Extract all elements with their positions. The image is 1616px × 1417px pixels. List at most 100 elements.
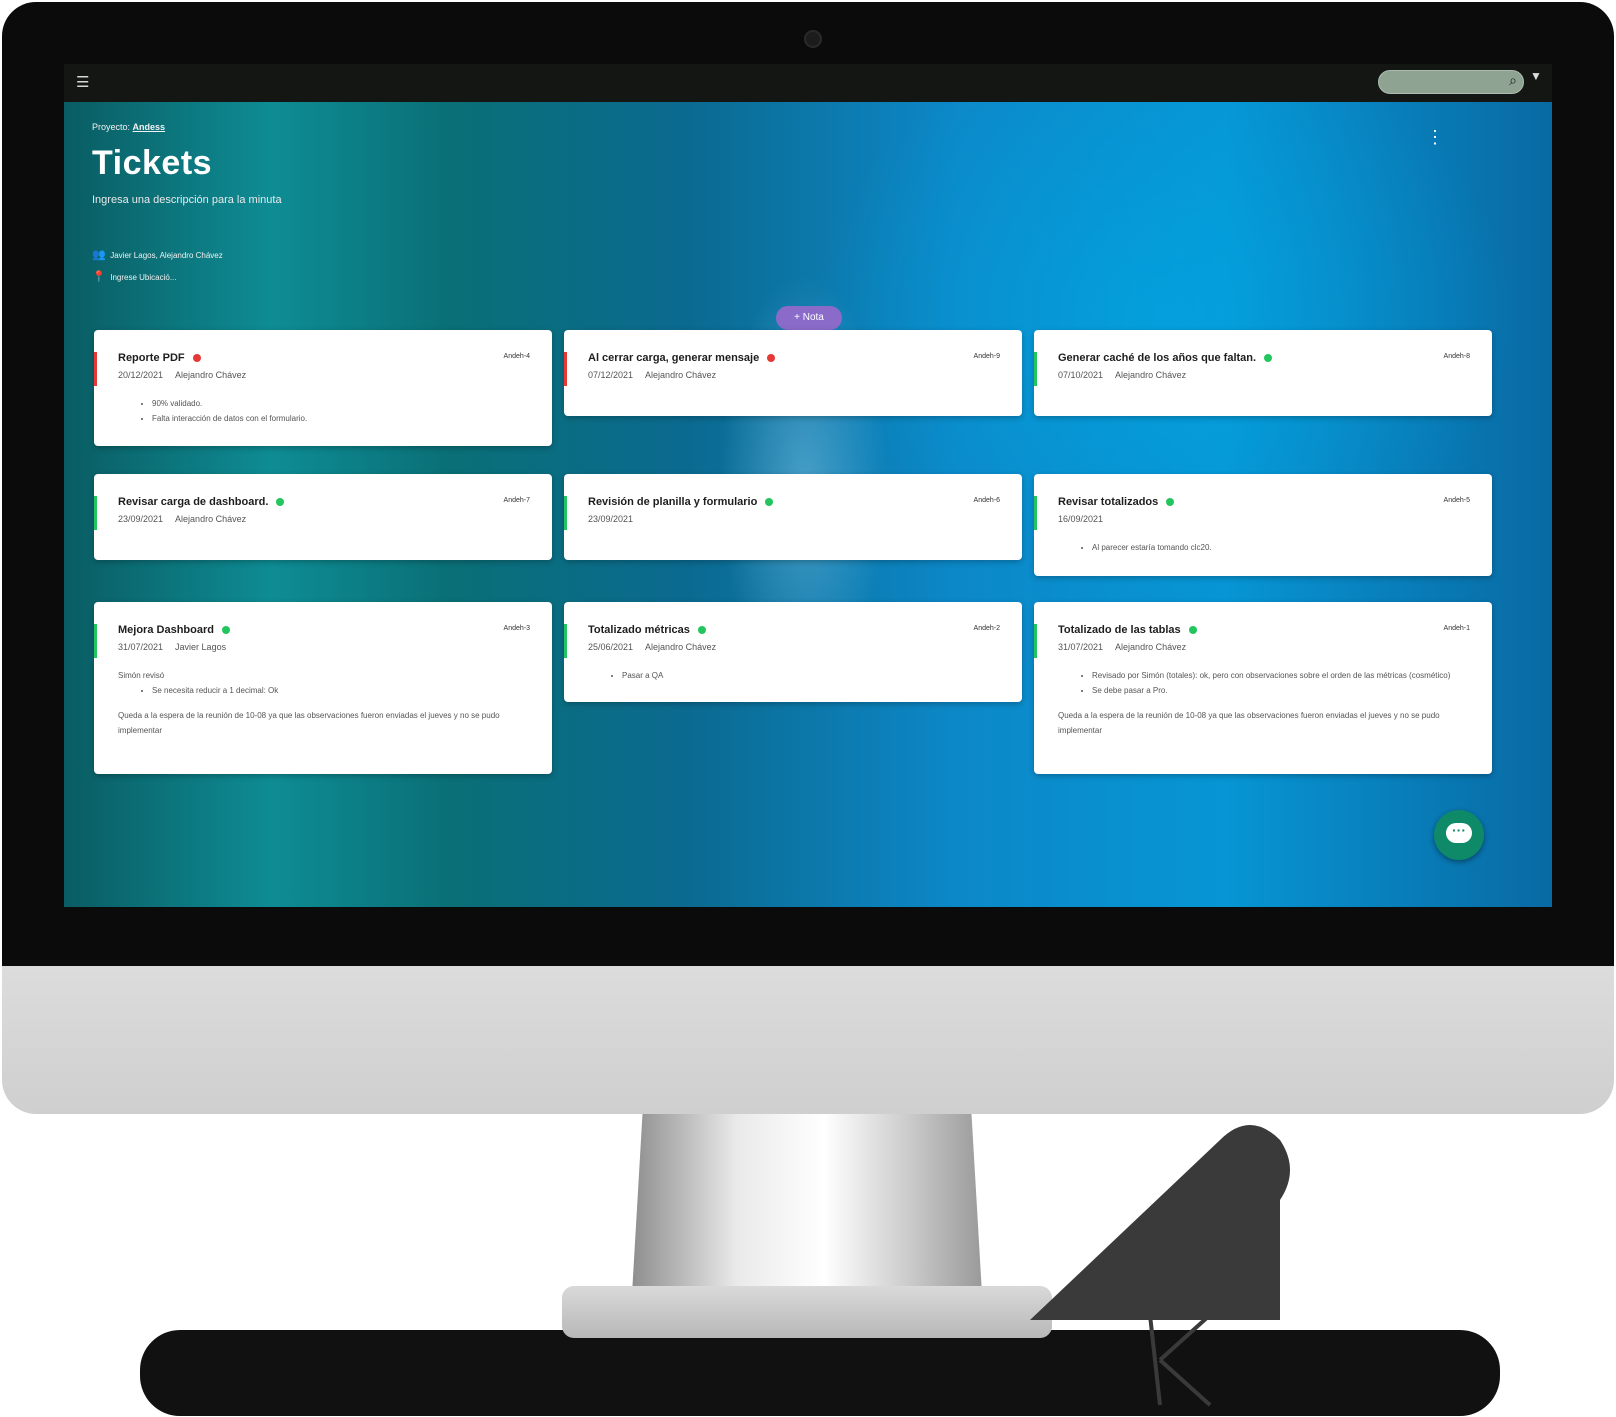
ticket-meta: 23/09/2021 Alejandro Chávez [118,514,246,524]
note-list: Al parecer estaría tomando clc20. [1058,540,1470,555]
ticket-card[interactable]: Totalizado de las tablas Andeh-1 31/07/202… [1034,602,1492,774]
ticket-meta: 20/12/2021 Alejandro Chávez [118,370,246,380]
ticket-card[interactable]: Revisar totalizados Andeh-5 16/09/2021 Al p… [1034,474,1492,576]
ticket-card[interactable]: Reporte PDF Andeh-4 20/12/2021 Alejandro Ch… [94,330,552,446]
note-item: Al parecer estaría tomando clc20. [1092,540,1470,555]
ticket-code: Andeh-2 [973,625,1000,632]
page-title: Tickets [92,144,213,182]
members-text[interactable]: Javier Lagos, Alejandro Chávez [110,251,223,260]
more-options-icon[interactable]: ⋮ [1426,128,1444,146]
status-dot [767,354,776,363]
ticket-author: Alejandro Chávez [1115,370,1187,380]
ticket-author: Javier Lagos [175,642,227,652]
ticket-title: Mejora Dashboard [118,624,230,636]
ticket-card[interactable]: Totalizado métricas Andeh-2 25/06/2021 Alej… [564,602,1022,702]
status-bar [1034,624,1037,658]
note-item: 90% validado. [152,396,530,411]
ticket-title: Revisar totalizados [1058,496,1175,508]
ticket-meta: 31/07/2021 Javier Lagos [118,642,226,652]
ticket-title: Revisar carga de dashboard. [118,496,285,508]
members-row: 👥 Javier Lagos, Alejandro Chávez [92,248,223,261]
ticket-meta: 25/06/2021 Alejandro Chávez [588,642,716,652]
ticket-author: Alejandro Chávez [175,370,247,380]
status-dot [1264,354,1273,363]
search-input[interactable]: ⌕ [1378,70,1524,94]
note-item: Pasar a QA [622,668,1000,683]
status-dot [192,354,201,363]
filter-icon[interactable]: ▼ [1530,69,1542,83]
ticket-card[interactable]: Revisar carga de dashboard. Andeh-7 23/09/… [94,474,552,560]
ticket-meta: 23/09/2021 [588,514,633,524]
breadcrumb-project-link[interactable]: Andess [133,122,166,132]
ticket-notes: Al parecer estaría tomando clc20. [1058,540,1470,555]
note-text: Queda a la espera de la reunión de 10-08… [118,711,500,735]
ticket-code: Andeh-6 [973,497,1000,504]
breadcrumb: Proyecto: Andess [92,122,165,132]
ticket-notes: Pasar a QA [588,668,1000,683]
top-bar: ☰ ⌕ ▼ [64,64,1552,102]
status-dot [697,626,706,635]
ticket-code: Andeh-1 [1443,625,1470,632]
ticket-code: Andeh-7 [503,497,530,504]
note-text: Queda a la espera de la reunión de 10-08… [1058,711,1440,735]
status-dot [1188,626,1197,635]
ticket-notes: Simón revisó Se necesita reducir a 1 deci… [118,668,530,738]
ticket-card[interactable]: Revisión de planilla y formulario Andeh-6… [564,474,1022,560]
status-bar [564,624,567,658]
note-list: 90% validado.Falta interacción de datos … [118,396,530,426]
monitor-foot [562,1286,1052,1338]
ticket-date: 20/12/2021 [118,370,164,380]
monitor-stand [632,1114,982,1294]
ticket-author: Alejandro Chávez [1115,642,1187,652]
chat-bubble-icon: ··· [1446,823,1472,843]
ticket-date: 23/09/2021 [588,514,634,524]
ticket-title: Totalizado de las tablas [1058,624,1197,636]
ticket-card[interactable]: Mejora Dashboard Andeh-3 31/07/2021 Javier … [94,602,552,774]
status-bar [1034,352,1037,386]
status-bar [564,352,567,386]
chat-button[interactable]: ··· [1434,810,1484,860]
ticket-author: Alejandro Chávez [175,514,247,524]
status-bar [94,496,97,530]
page-description[interactable]: Ingresa una descripción para la minuta [92,194,282,206]
status-dot [1166,498,1175,507]
note-item: Revisado por Simón (totales): ok, pero c… [1092,668,1470,683]
ticket-date: 16/09/2021 [1058,514,1104,524]
ticket-card[interactable]: Al cerrar carga, generar mensaje Andeh-9 0… [564,330,1022,416]
add-note-button[interactable]: + Nota [776,306,842,330]
ticket-card[interactable]: Generar caché de los años que faltan. And… [1034,330,1492,416]
search-icon: ⌕ [1509,72,1517,88]
status-dot [765,498,774,507]
ticket-code: Andeh-9 [973,353,1000,360]
app-screen: ☰ ⌕ ▼ Proyecto: Andess Tickets Ingresa u… [64,64,1552,907]
ticket-notes: Revisado por Simón (totales): ok, pero c… [1058,668,1470,738]
status-bar [1034,496,1037,530]
people-icon: 👥 [92,249,106,261]
note-item: Se debe pasar a Pro. [1092,683,1470,698]
hamburger-menu-icon[interactable]: ☰ [76,74,89,92]
breadcrumb-label: Proyecto: [92,122,131,132]
note-item: Falta interacción de datos con el formul… [152,411,530,426]
status-bar [94,352,97,386]
ticket-date: 07/10/2021 [1058,370,1104,380]
ticket-date: 31/07/2021 [1058,642,1104,652]
ticket-notes: 90% validado.Falta interacción de datos … [118,396,530,426]
ticket-title: Generar caché de los años que faltan. [1058,352,1273,364]
ticket-title: Totalizado métricas [588,624,706,636]
brand-logo [1030,1125,1290,1407]
ticket-meta: 31/07/2021 Alejandro Chávez [1058,642,1186,652]
note-item: Se necesita reducir a 1 decimal: Ok [152,683,530,698]
note-text: Simón revisó [118,671,165,680]
ticket-author: Alejandro Chávez [645,642,717,652]
note-list: Pasar a QA [588,668,1000,683]
ticket-date: 25/06/2021 [588,642,634,652]
status-bar [94,624,97,658]
ticket-code: Andeh-5 [1443,497,1470,504]
note-list: Se necesita reducir a 1 decimal: Ok [118,683,530,698]
ticket-title: Revisión de planilla y formulario [588,496,774,508]
note-list: Revisado por Simón (totales): ok, pero c… [1058,668,1470,698]
ticket-code: Andeh-8 [1443,353,1470,360]
ticket-date: 07/12/2021 [588,370,634,380]
location-text[interactable]: Ingrese Ubicació... [110,273,176,282]
